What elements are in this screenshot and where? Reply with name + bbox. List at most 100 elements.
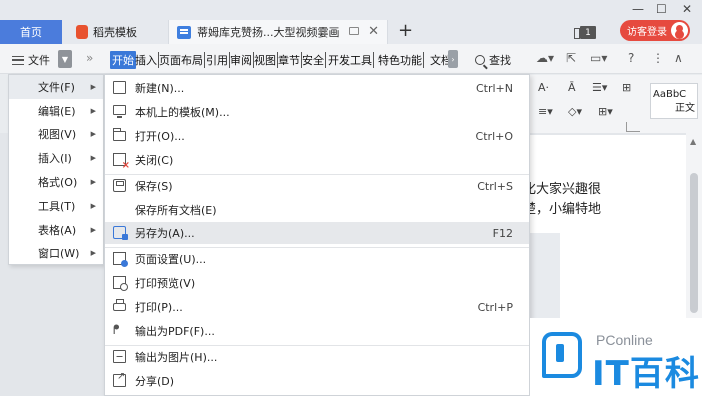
chevron-down-icon[interactable]: ▼: [58, 50, 72, 68]
file-dropdown-menu: 新建(N)... Ctrl+N 本机上的模板(M)... 打开(O)... Ct…: [104, 74, 530, 396]
style-preview-text: AaBbC: [653, 89, 687, 100]
menu-local-templates[interactable]: 本机上的模板(M)...: [105, 101, 529, 123]
window-count: 1: [585, 27, 591, 38]
menu-page-setup[interactable]: 页面设置(U)...: [105, 248, 529, 270]
tab-document[interactable]: 蒂姆库克赞扬...大型视频霎画 ✕: [168, 20, 388, 44]
ruler-marker: [626, 122, 640, 132]
save-icon: [113, 179, 126, 192]
search-button[interactable]: 查找: [475, 52, 511, 68]
more-options-icon[interactable]: ⋮: [652, 51, 664, 65]
search-icon: [475, 55, 485, 65]
menu-new[interactable]: 新建(N)... Ctrl+N: [105, 77, 529, 99]
menu-export-pdf[interactable]: ᖰ 输出为PDF(F)...: [105, 320, 529, 342]
menu-save-shortcut: Ctrl+S: [477, 179, 513, 193]
menu-item-window[interactable]: 窗口(W) ▶: [9, 242, 103, 266]
menu-print[interactable]: 打印(P)... Ctrl+P: [105, 296, 529, 318]
menu-open[interactable]: 打开(O)... Ctrl+O: [105, 125, 529, 147]
scrollbar-thumb[interactable]: [690, 173, 698, 313]
menu-item-format[interactable]: 格式(O) ▶: [9, 170, 103, 194]
menu-item-tools[interactable]: 工具(T) ▶: [9, 194, 103, 218]
menu-print-preview[interactable]: 打印预览(V): [105, 272, 529, 294]
chevron-right-icon: ▶: [90, 225, 96, 234]
menu-print-label: 打印(P)...: [135, 301, 183, 314]
menu-export-pdf-label: 输出为PDF(F)...: [135, 325, 215, 338]
collapse-ribbon-icon[interactable]: ∧: [674, 51, 683, 65]
menu-save-as[interactable]: 另存为(A)... F12: [105, 222, 529, 244]
scroll-up-icon[interactable]: ▲: [690, 137, 696, 146]
tab-security[interactable]: 安全: [302, 52, 326, 68]
ribbon-tabs: 文件 ▼ » 开始 插入 页面布局 引用 审阅 视图 章节 安全 开发工具 特色…: [0, 44, 702, 74]
menu-item-edit[interactable]: 编辑(E) ▶: [9, 99, 103, 123]
minimize-icon[interactable]: —: [632, 2, 644, 16]
doc-text-line-2: 楚，小编特地: [523, 202, 602, 217]
cloud-icon[interactable]: ☁▾: [536, 51, 554, 65]
doc-text-line-1: 化大家兴趣很: [523, 182, 602, 197]
tab-view[interactable]: 视图: [254, 52, 278, 68]
style-name: 正文: [675, 103, 695, 114]
close-window-icon[interactable]: ✕: [682, 2, 692, 16]
ribbon-scroll-right-icon[interactable]: ›: [448, 50, 458, 68]
file-menu-button[interactable]: 文件: [12, 52, 50, 68]
shading-icon[interactable]: ◇▾: [568, 105, 582, 118]
menu-save-as-shortcut: F12: [492, 226, 513, 240]
visitor-login-button[interactable]: 访客登录: [620, 20, 690, 41]
chevron-right-icon: ▶: [90, 82, 96, 91]
menu-item-view[interactable]: 视图(V) ▶: [9, 123, 103, 147]
pconline-logo-icon: [542, 332, 582, 378]
menu-save[interactable]: 保存(S) Ctrl+S: [105, 175, 529, 197]
new-tab-icon[interactable]: +: [398, 20, 413, 41]
maximize-icon[interactable]: ☐: [656, 2, 667, 16]
menu-item-file[interactable]: 文件(F) ▶: [9, 75, 103, 99]
phonetic-icon[interactable]: Ā: [568, 81, 576, 94]
save-as-icon: [113, 226, 128, 240]
new-doc-icon: [113, 81, 126, 94]
style-normal-button[interactable]: AaBbC 正文: [650, 83, 698, 119]
menu-print-shortcut: Ctrl+P: [477, 300, 513, 314]
tab-chapter[interactable]: 章节: [278, 52, 302, 68]
document-icon: [177, 25, 191, 39]
menu-export-image[interactable]: 输出为图片(H)...: [105, 346, 529, 368]
tab-developer[interactable]: 开发工具: [328, 52, 374, 68]
menu-item-table[interactable]: 表格(A) ▶: [9, 218, 103, 242]
tab-insert[interactable]: 插入: [135, 52, 159, 68]
hamburger-icon: [12, 55, 24, 65]
text-effect-icon[interactable]: A·: [538, 81, 549, 94]
screen-icon[interactable]: [349, 27, 359, 35]
avatar-icon: [671, 22, 688, 39]
chevron-right-icon: ▶: [90, 178, 96, 187]
formatting-toolbar: A· Ā ☰▾ ⊞ ≡▾ ◇▾ ⊞▾ AaBbC 正文: [530, 75, 702, 133]
menu-item-insert[interactable]: 插入(I) ▶: [9, 146, 103, 170]
menu-share[interactable]: 分享(D): [105, 370, 529, 392]
menu-item-label: 编辑(E): [38, 104, 76, 118]
menu-item-label: 视图(V): [38, 128, 77, 142]
table-border-icon[interactable]: ⊞▾: [598, 105, 613, 118]
menu-share-label: 分享(D): [135, 375, 175, 388]
double-chevron-icon[interactable]: »: [86, 51, 93, 65]
menu-save-as-label: 另存为(A)...: [135, 227, 195, 240]
tab-references[interactable]: 引用: [206, 52, 230, 68]
tab-page-layout[interactable]: 页面布局: [159, 52, 205, 68]
menu-new-shortcut: Ctrl+N: [475, 81, 513, 95]
tab-features[interactable]: 特色功能: [378, 52, 424, 68]
border-icon[interactable]: ⊞: [622, 81, 631, 94]
list-icon[interactable]: ☰▾: [592, 81, 607, 94]
tab-daoke-templates[interactable]: 稻壳模板: [64, 20, 168, 44]
menu-item-label: 工具(T): [38, 199, 76, 213]
window-count-badge[interactable]: 1: [574, 26, 596, 39]
tab-home[interactable]: 首页: [0, 20, 62, 44]
share-export-icon[interactable]: ⇱: [566, 51, 576, 65]
close-tab-icon[interactable]: ✕: [368, 24, 379, 39]
calendar-icon[interactable]: ▭▾: [590, 51, 607, 65]
menu-save-all[interactable]: 保存所有文档(E): [105, 199, 529, 221]
classic-menu: 文件(F) ▶ 编辑(E) ▶ 视图(V) ▶ 插入(I) ▶ 格式(O) ▶ 工具(T)…: [8, 74, 104, 265]
chevron-right-icon: ▶: [90, 106, 96, 115]
line-spacing-icon[interactable]: ≡▾: [538, 105, 553, 118]
tab-review[interactable]: 审阅: [230, 52, 254, 68]
menu-close[interactable]: 关闭(C): [105, 149, 529, 171]
help-icon[interactable]: ?: [628, 51, 634, 65]
menu-open-label: 打开(O)...: [135, 130, 185, 143]
tab-start[interactable]: 开始: [110, 51, 136, 69]
search-label: 查找: [489, 54, 511, 67]
menu-item-label: 窗口(W): [38, 247, 80, 261]
menu-open-shortcut: Ctrl+O: [475, 129, 513, 143]
